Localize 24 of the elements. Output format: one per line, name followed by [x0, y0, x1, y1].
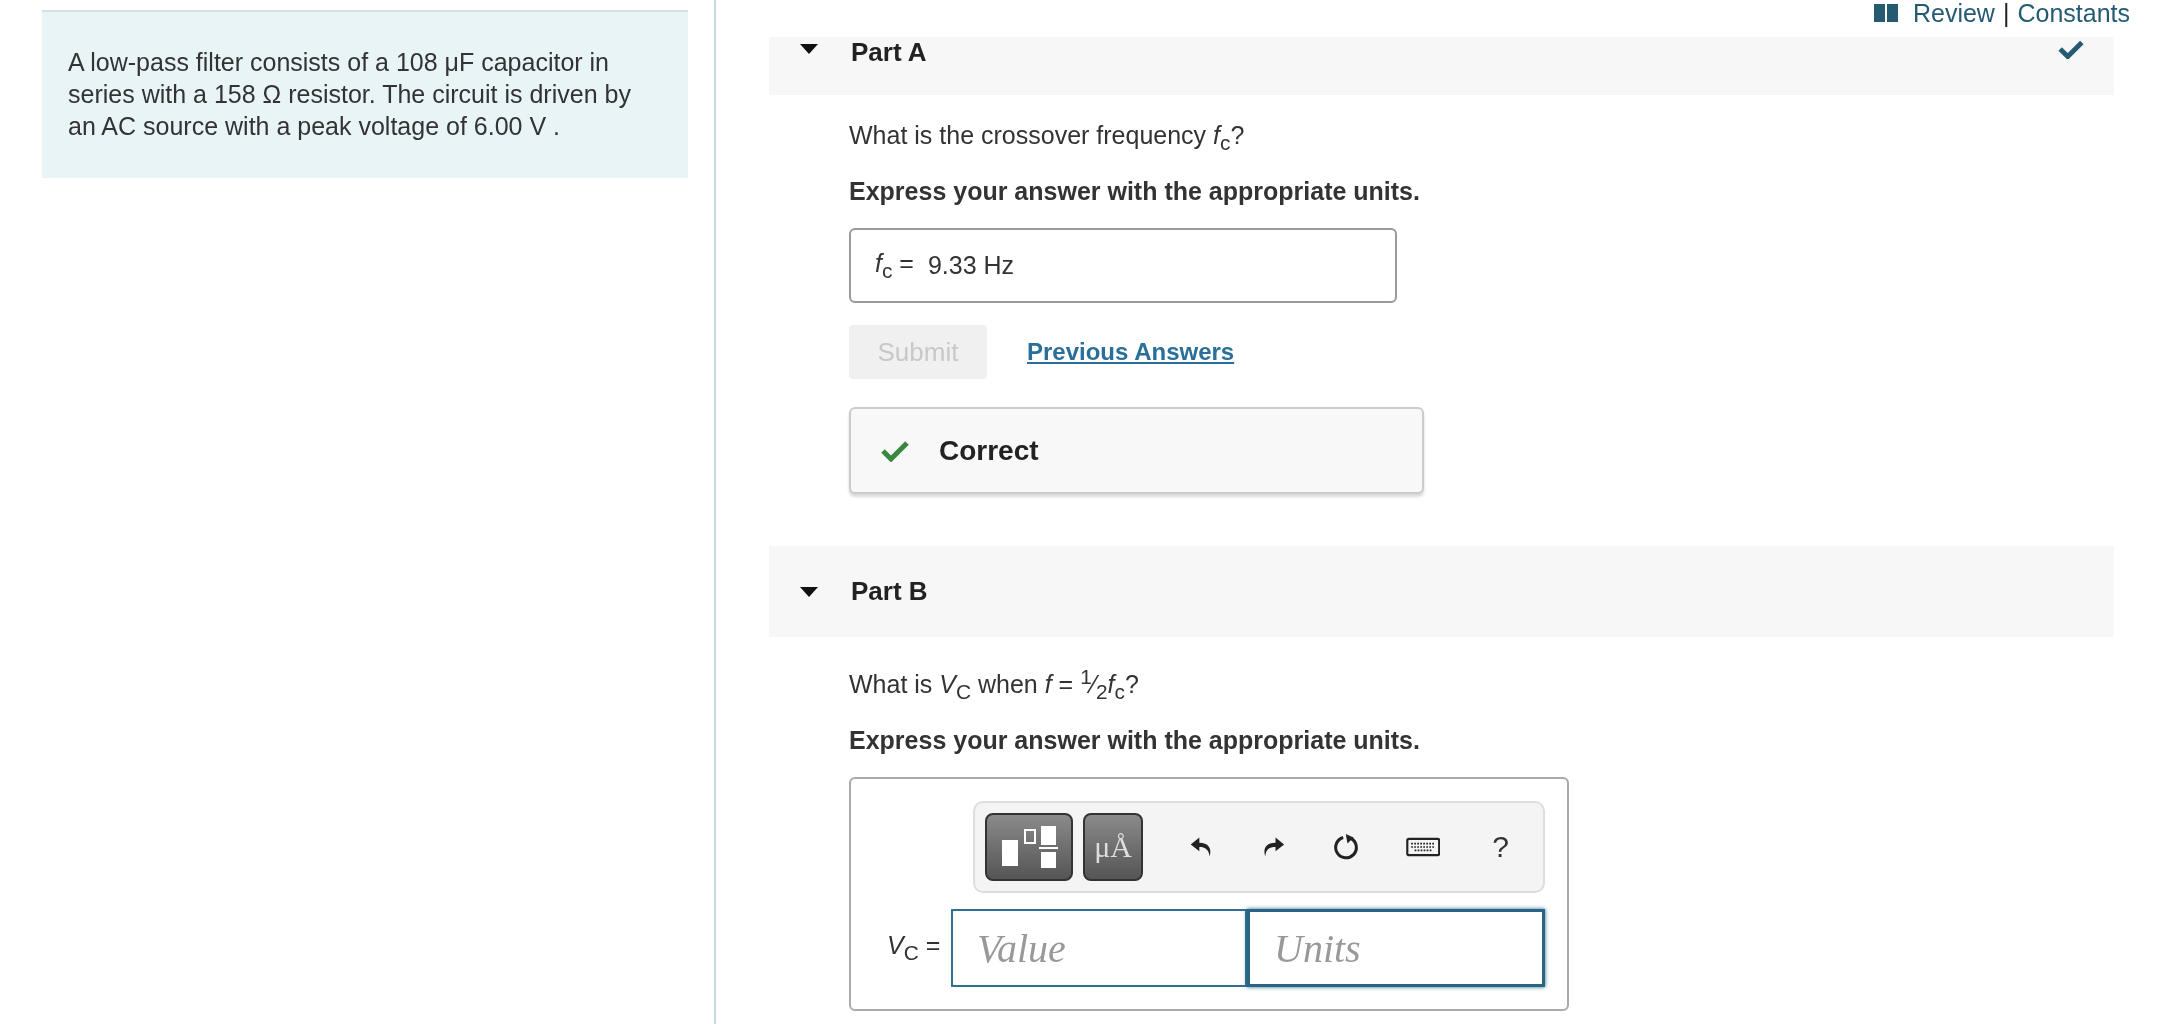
- previous-answers-link[interactable]: Previous Answers: [1027, 338, 1235, 366]
- question-text: What is the crossover frequency f$_{c}$?: [849, 120, 1246, 156]
- caret-icon: [799, 585, 819, 598]
- help-button[interactable]: ?: [1486, 829, 1515, 866]
- instruction-text: Express your answer with the appropriate units.: [849, 726, 1421, 756]
- keyboard-icon[interactable]: [1405, 836, 1441, 859]
- units-input[interactable]: Units: [1247, 909, 1545, 988]
- constants-link[interactable]: Constants: [2017, 0, 2130, 28]
- units-button[interactable]: μÅ: [1083, 813, 1143, 882]
- part-header[interactable]: Part B: [769, 546, 2114, 637]
- templates-icon: [999, 824, 1060, 871]
- question-text: What is V$_{C}$ when f = $^{1}$⁄$_{2}$f$_{c}$?: [849, 664, 1140, 706]
- answer-field: f$_{c}$ = 9.33 Hz: [849, 228, 1397, 303]
- part-header[interactable]: Part A: [769, 37, 2114, 95]
- templates-button[interactable]: [985, 813, 1074, 882]
- instruction-text: Express your answer with the appropriate units.: [849, 177, 1421, 206]
- book-icon: [1872, 3, 1899, 23]
- value-input[interactable]: Value: [951, 909, 1247, 988]
- caret-icon: [799, 43, 819, 55]
- problem-statement: A low-pass filter consists of a 108 μF capacitor in series with a 158 Ω resistor. The circuit is driven by an AC source with a peak voltage of 6.00 V .: [42, 10, 688, 178]
- link-separator: |: [2002, 0, 2010, 28]
- feedback-box: Correct: [849, 407, 1424, 494]
- variable-label: V$_{C}$ =: [886, 931, 942, 966]
- review-link[interactable]: Review: [1912, 0, 1995, 28]
